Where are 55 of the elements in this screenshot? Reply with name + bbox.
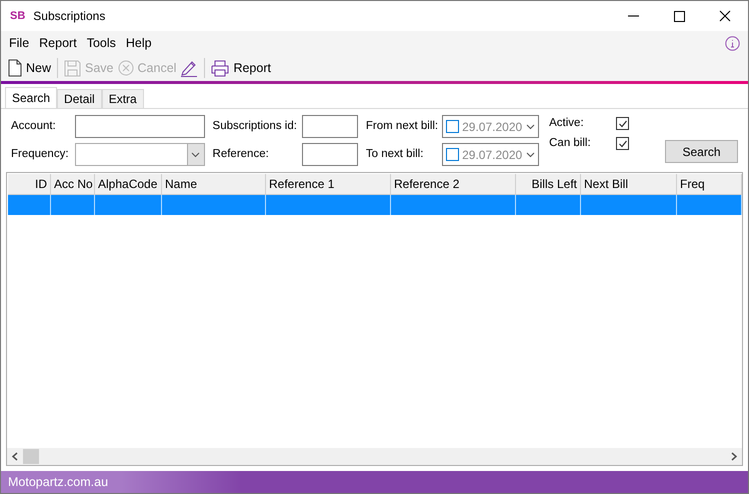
reference-field[interactable]	[302, 143, 358, 166]
can-bill-checkbox[interactable]	[616, 137, 630, 150]
column-header[interactable]: ID	[8, 174, 51, 194]
chevron-down-icon	[191, 152, 200, 158]
cancel-icon	[118, 60, 134, 76]
column-header[interactable]: Name	[162, 174, 266, 194]
maximize-icon	[674, 10, 684, 22]
search-button[interactable]: Search	[665, 140, 738, 163]
frequency-dropdown[interactable]	[74, 143, 205, 166]
date-value: 29.07.2020	[462, 146, 522, 164]
scroll-thumb[interactable]	[23, 449, 39, 464]
status-text: Motopartz.com.au	[8, 474, 108, 491]
active-label: Active:	[549, 116, 584, 131]
tab[interactable]: Search	[5, 87, 58, 108]
menu-item[interactable]: File	[9, 34, 30, 52]
chevron-down-icon	[526, 124, 536, 130]
new-button[interactable]: New	[8, 58, 52, 78]
menu-item[interactable]: Tools	[86, 34, 116, 52]
subscriptions-id-label: Subscriptions id:	[212, 118, 297, 134]
horizontal-scrollbar[interactable]	[7, 448, 742, 465]
scroll-right-icon[interactable]	[730, 452, 738, 461]
column-header[interactable]: Freq	[677, 174, 742, 194]
close-icon	[719, 10, 731, 22]
date-checkbox[interactable]	[446, 148, 460, 161]
printer-icon	[211, 60, 230, 76]
column-header[interactable]: Next Bill	[581, 174, 677, 194]
minimize-icon	[628, 15, 638, 17]
account-label: Account:	[11, 118, 57, 134]
active-checkbox[interactable]	[616, 117, 630, 130]
column-header[interactable]: Acc No	[51, 174, 95, 194]
app-logo: SB	[10, 8, 26, 24]
account-field[interactable]	[74, 115, 205, 138]
tab[interactable]: Detail	[57, 89, 102, 108]
can-bill-label: Can bill:	[549, 136, 591, 152]
column-header[interactable]: Bills Left	[516, 174, 581, 194]
menu-item[interactable]: Help	[126, 34, 152, 52]
subscriptions-id-field[interactable]	[302, 115, 358, 138]
date-checkbox[interactable]	[446, 120, 460, 133]
reference-label: Reference:	[212, 146, 270, 162]
column-header[interactable]: Reference 1	[266, 174, 391, 194]
column-header[interactable]: AlphaCode	[95, 174, 162, 194]
chevron-down-icon	[526, 152, 536, 158]
frequency-label: Frequency:	[11, 146, 69, 162]
date-value: 29.07.2020	[462, 118, 522, 136]
from-next-bill-label: From next bill:	[366, 118, 438, 134]
report-button[interactable]: Report	[211, 58, 271, 78]
column-header[interactable]: Reference 2	[391, 174, 516, 194]
menu-item[interactable]: Report	[39, 34, 77, 52]
window-title: Subscriptions	[33, 8, 106, 25]
to-next-bill-label: To next bill:	[366, 146, 424, 162]
tab[interactable]: Extra	[102, 89, 144, 108]
document-icon	[8, 59, 22, 77]
info-icon[interactable]	[725, 36, 740, 50]
scroll-left-icon[interactable]	[11, 452, 19, 461]
pencil-icon[interactable]	[180, 59, 198, 77]
